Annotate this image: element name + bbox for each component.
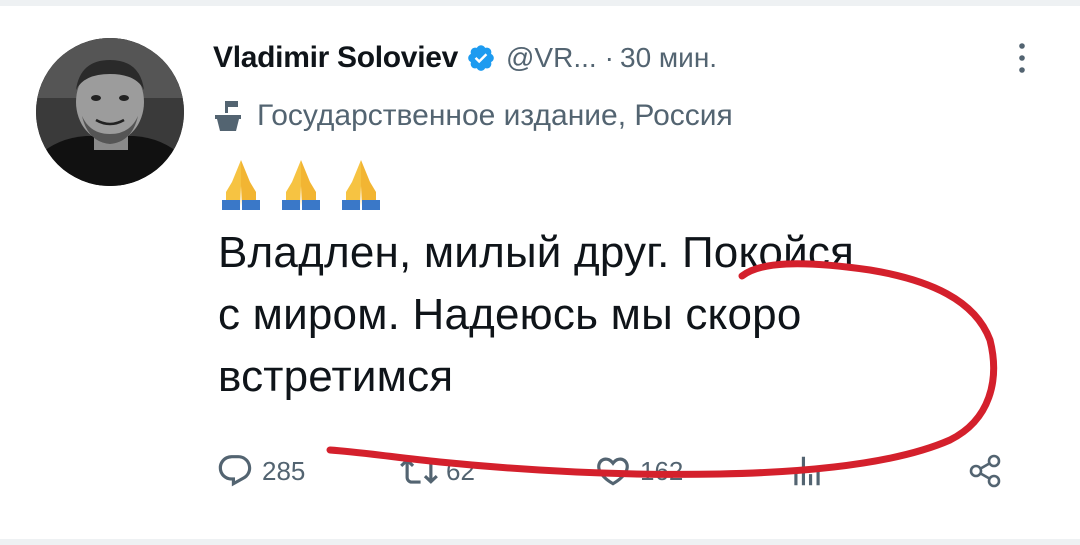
emoji-row [218, 156, 384, 212]
header-separator: · [604, 42, 614, 73]
retweet-count: 62 [446, 455, 475, 486]
tweet-text-line: Владлен, милый друг. Покойся [218, 228, 855, 277]
retweet-button[interactable]: 62 [400, 446, 475, 496]
verified-badge-icon [466, 43, 496, 73]
more-vertical-icon[interactable] [1012, 38, 1032, 78]
government-building-icon [213, 99, 243, 133]
tweet-text: Владлен, милый друг. Покойся с миром. На… [218, 222, 1018, 408]
heart-icon [597, 457, 629, 486]
author-handle[interactable]: @VR... [506, 42, 597, 74]
like-count: 162 [640, 455, 684, 486]
share-button[interactable] [966, 446, 1006, 496]
author-name[interactable]: Vladimir Soloviev [213, 41, 458, 75]
tweet-header: Vladimir Soloviev @VR... · 30 мин. [213, 36, 717, 80]
frame-top-divider [0, 0, 1080, 6]
folded-hands-icon [282, 160, 320, 210]
reply-count: 285 [262, 455, 306, 486]
reply-button[interactable]: 285 [216, 446, 305, 496]
tweet-timestamp[interactable]: 30 мин. [620, 42, 717, 74]
avatar-photo [36, 38, 184, 186]
avatar[interactable] [36, 38, 184, 186]
retweet-icon [400, 458, 438, 484]
action-bar: 285 62 162 [210, 446, 1030, 496]
share-icon [969, 454, 1001, 488]
tweet-text-line: встретимся [218, 352, 454, 401]
frame-bottom-divider [0, 539, 1080, 545]
tweet-text-line: с миром. Надеюсь мы скоро [218, 290, 802, 339]
affiliation-label[interactable]: Государственное издание, Россия [213, 94, 733, 138]
folded-hands-icon [342, 160, 380, 210]
reply-icon [218, 455, 252, 487]
views-button[interactable] [788, 446, 826, 496]
bar-chart-icon [794, 456, 820, 486]
like-button[interactable]: 162 [594, 446, 683, 496]
folded-hands-icon [222, 160, 260, 210]
affiliation-text: Государственное издание, Россия [257, 99, 733, 132]
